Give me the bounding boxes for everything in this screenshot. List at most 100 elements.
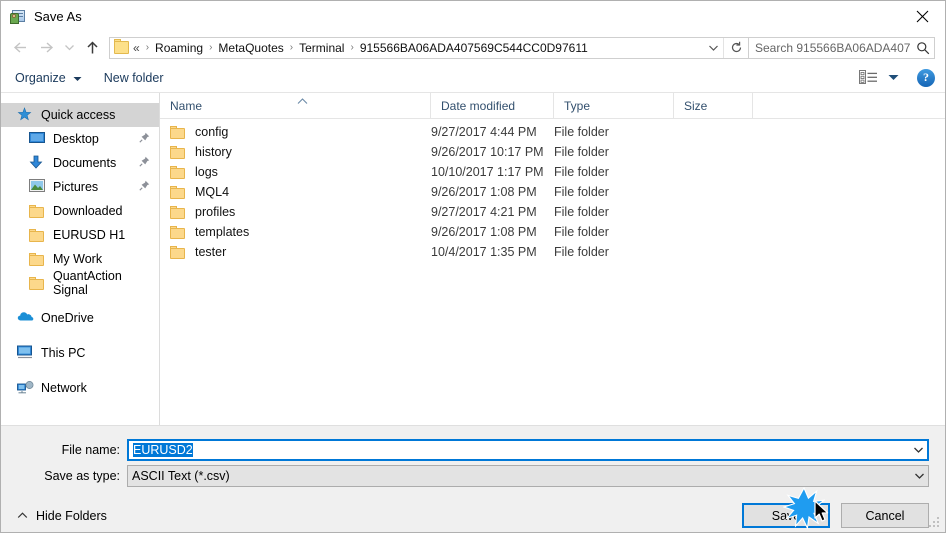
- sidebar-item-pictures[interactable]: Pictures: [1, 175, 159, 199]
- table-row[interactable]: tester 10/4/2017 1:35 PM File folder: [160, 242, 945, 262]
- navigation-sidebar: Quick access Desktop Documents Pictures …: [1, 93, 160, 425]
- breadcrumb-separator-icon: ›: [289, 42, 294, 53]
- folder-icon: [114, 39, 129, 54]
- file-name: history: [195, 145, 232, 159]
- search-box[interactable]: [749, 36, 935, 59]
- help-icon[interactable]: ?: [917, 68, 935, 87]
- desktop-icon: [29, 131, 46, 147]
- back-arrow-icon[interactable]: [7, 36, 33, 60]
- file-name-chevron-down-icon[interactable]: [910, 446, 927, 454]
- save-as-type-dropdown[interactable]: ASCII Text (*.csv): [127, 465, 929, 487]
- sidebar-item-label: Quick access: [41, 108, 116, 122]
- dialog-footer: File name: EURUSD2 Save as type: ASCII T…: [1, 426, 945, 532]
- sidebar-item-onedrive[interactable]: OneDrive: [1, 306, 159, 330]
- forward-arrow-icon[interactable]: [33, 36, 59, 60]
- documents-download-icon: [29, 155, 46, 171]
- table-row[interactable]: logs 10/10/2017 1:17 PM File folder: [160, 162, 945, 182]
- file-name: config: [195, 125, 229, 139]
- save-as-type-chevron-down-icon[interactable]: [911, 472, 928, 480]
- chevron-up-icon: [17, 512, 28, 519]
- column-header-type[interactable]: Type: [554, 93, 674, 118]
- table-row[interactable]: history 9/26/2017 10:17 PM File folder: [160, 142, 945, 162]
- recent-locations-chevron-icon[interactable]: [59, 36, 79, 60]
- column-header-label: Date modified: [441, 98, 516, 113]
- sidebar-item-quantaction-signal[interactable]: QuantAction Signal: [1, 269, 159, 297]
- table-row[interactable]: MQL4 9/26/2017 1:08 PM File folder: [160, 182, 945, 202]
- file-date-cell: 9/26/2017 1:08 PM: [431, 225, 537, 239]
- sidebar-item-this-pc[interactable]: This PC: [1, 341, 159, 365]
- file-name-cell: logs: [160, 164, 431, 180]
- save-button[interactable]: Save: [742, 503, 830, 528]
- resize-grip[interactable]: [929, 517, 941, 529]
- address-dropdown-chevron-down-icon[interactable]: [703, 38, 723, 58]
- breadcrumb: « › Roaming › MetaQuotes › Terminal › 91…: [133, 41, 703, 55]
- pin-icon[interactable]: [139, 156, 150, 170]
- breadcrumb-item-0[interactable]: Roaming: [153, 41, 205, 55]
- file-name: profiles: [195, 205, 236, 219]
- file-name: MQL4: [195, 185, 230, 199]
- table-row[interactable]: config 9/27/2017 4:44 PM File folder: [160, 122, 945, 142]
- sidebar-item-my-work[interactable]: My Work: [1, 247, 159, 271]
- pin-icon[interactable]: [139, 132, 150, 146]
- pin-icon[interactable]: [139, 180, 150, 194]
- pictures-icon: [29, 179, 46, 195]
- file-name-input[interactable]: EURUSD2: [127, 439, 929, 461]
- refresh-icon[interactable]: [723, 37, 748, 58]
- search-icon[interactable]: [912, 41, 934, 55]
- file-type-cell: File folder: [554, 205, 609, 219]
- command-toolbar: Organize New folder ?: [1, 63, 945, 93]
- folder-icon: [170, 244, 187, 260]
- hide-folders-button[interactable]: Hide Folders: [17, 509, 107, 523]
- sidebar-item-label: OneDrive: [41, 311, 94, 325]
- breadcrumb-overflow[interactable]: «: [133, 41, 142, 55]
- folder-icon: [170, 144, 187, 160]
- sidebar-item-network[interactable]: Network: [1, 376, 159, 400]
- table-row[interactable]: templates 9/26/2017 1:08 PM File folder: [160, 222, 945, 242]
- sidebar-item-label: EURUSD H1: [53, 228, 126, 242]
- sidebar-item-label: Documents: [53, 156, 117, 170]
- window-title: Save As: [34, 9, 82, 24]
- cancel-button[interactable]: Cancel: [841, 503, 929, 528]
- view-dropdown-caret-icon[interactable]: [888, 74, 899, 81]
- view-options-icon[interactable]: [859, 70, 878, 85]
- onedrive-cloud-icon: [17, 310, 34, 326]
- sidebar-item-eurusd-h1[interactable]: EURUSD H1: [1, 223, 159, 247]
- table-row[interactable]: profiles 9/27/2017 4:21 PM File folder: [160, 202, 945, 222]
- folder-icon: [29, 251, 46, 267]
- column-header-date-modified[interactable]: Date modified: [431, 93, 554, 118]
- save-as-type-label: Save as type:: [44, 469, 120, 483]
- close-icon[interactable]: [899, 1, 945, 31]
- folder-icon: [170, 184, 187, 200]
- help-label: ?: [923, 70, 929, 84]
- new-folder-button[interactable]: New folder: [104, 71, 164, 85]
- file-name-row: File name: EURUSD2: [1, 438, 945, 462]
- column-header-name[interactable]: Name: [160, 93, 431, 118]
- file-type-cell: File folder: [554, 145, 609, 159]
- file-date-cell: 10/10/2017 1:17 PM: [431, 165, 544, 179]
- title-bar: Save As: [1, 1, 945, 32]
- file-name-cell: history: [160, 144, 431, 160]
- file-name-cell: config: [160, 124, 431, 140]
- breadcrumb-item-3[interactable]: 915566BA06ADA407569C544CC0D97611: [358, 41, 590, 55]
- sidebar-item-downloaded[interactable]: Downloaded: [1, 199, 159, 223]
- column-header-label: Type: [564, 98, 591, 113]
- breadcrumb-item-2[interactable]: Terminal: [297, 41, 346, 55]
- sidebar-item-quick-access[interactable]: Quick access: [1, 103, 159, 127]
- network-icon: [17, 380, 34, 396]
- star-icon: [17, 107, 34, 123]
- address-bar[interactable]: « › Roaming › MetaQuotes › Terminal › 91…: [109, 36, 749, 59]
- file-date-cell: 10/4/2017 1:35 PM: [431, 245, 537, 259]
- breadcrumb-item-1[interactable]: MetaQuotes: [216, 41, 285, 55]
- sidebar-item-desktop[interactable]: Desktop: [1, 127, 159, 151]
- dialog-body: Quick access Desktop Documents Pictures …: [1, 93, 945, 426]
- folder-icon: [29, 227, 46, 243]
- sidebar-item-label: This PC: [41, 346, 86, 360]
- sidebar-item-documents[interactable]: Documents: [1, 151, 159, 175]
- hide-folders-label: Hide Folders: [36, 508, 107, 523]
- up-arrow-icon[interactable]: [79, 36, 105, 60]
- column-header-size[interactable]: Size: [674, 93, 753, 118]
- organize-button[interactable]: Organize: [15, 71, 82, 85]
- search-input[interactable]: [749, 39, 912, 56]
- organize-label: Organize: [15, 70, 66, 85]
